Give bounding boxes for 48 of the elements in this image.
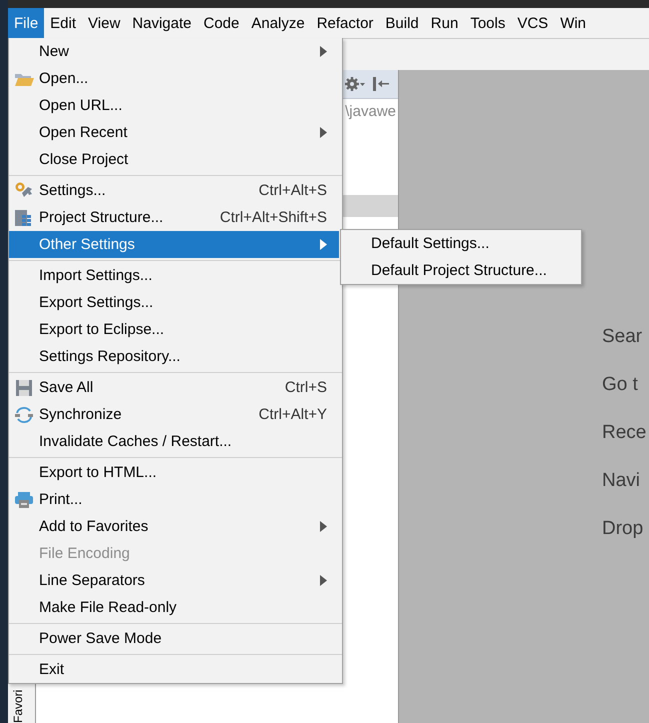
menu-item[interactable]: Project Structure... Ctrl+Alt+Shift+S (9, 204, 339, 231)
project-path: \javawe (345, 102, 397, 120)
editor-hint: Sear (602, 326, 644, 349)
menu-item[interactable]: Export Settings... (9, 289, 339, 316)
menu-bar-item[interactable]: File (8, 8, 44, 38)
menu-item[interactable]: Other Settings (9, 231, 339, 258)
menu-item[interactable]: Add to Favorites (9, 513, 339, 540)
menu-item[interactable]: New (9, 38, 339, 65)
editor-hint: Rece (602, 422, 648, 445)
menu-item[interactable]: Exit (9, 656, 339, 683)
menu-bar-item[interactable]: Navigate (126, 8, 198, 38)
menu-item[interactable]: Settings... Ctrl+Alt+S (9, 177, 339, 204)
editor-hint: Navi (602, 470, 642, 493)
editor-hint: Go t (602, 374, 639, 397)
menu-bar-item[interactable]: Refactor (310, 8, 380, 38)
menu-item[interactable]: Open URL... (9, 92, 339, 119)
sync-icon (14, 406, 34, 424)
menu-item[interactable]: Import Settings... (9, 262, 339, 289)
settings-icon[interactable] (344, 76, 366, 92)
menu-item[interactable]: Export to HTML... (9, 459, 339, 486)
menu-item[interactable]: Export to Eclipse... (9, 316, 339, 343)
menu-bar-item[interactable]: Code (197, 8, 246, 38)
menu-item[interactable]: Close Project (9, 146, 339, 173)
menu-bar-item[interactable]: Win (554, 8, 592, 38)
printer-icon (14, 490, 34, 508)
menu-item[interactable]: Print... (9, 486, 339, 513)
menu-bar-item[interactable]: Analyze (245, 8, 311, 38)
menu-bar-item[interactable]: Tools (464, 8, 512, 38)
menu-item[interactable]: Make File Read-only (9, 594, 339, 621)
menu-item[interactable]: Invalidate Caches / Restart... (9, 428, 339, 455)
menu-item[interactable]: Synchronize Ctrl+Alt+Y (9, 401, 339, 428)
menu-item[interactable]: Power Save Mode (9, 625, 339, 652)
menu-item[interactable]: Settings Repository... (9, 343, 339, 370)
editor-hint: Drop (602, 518, 644, 541)
menu-item[interactable]: Line Separators (9, 567, 339, 594)
menu-bar-item[interactable]: Run (424, 8, 464, 38)
menu-bar-item[interactable]: View (82, 8, 126, 38)
submenu-item[interactable]: Default Project Structure... (341, 257, 581, 284)
menu-item[interactable]: Open Recent (9, 119, 339, 146)
menu-bar-item[interactable]: Build (379, 8, 425, 38)
submenu-item[interactable]: Default Settings... (341, 230, 581, 257)
grid-icon (14, 208, 34, 226)
tool-window-tab[interactable]: Favori (11, 690, 25, 723)
menu-item[interactable]: Open... (9, 65, 339, 92)
menu-bar-item[interactable]: VCS (511, 8, 554, 38)
menu-item[interactable]: Save All Ctrl+S (9, 374, 339, 401)
menu-bar-item[interactable]: Edit (44, 8, 82, 38)
collapse-icon[interactable] (372, 76, 390, 92)
